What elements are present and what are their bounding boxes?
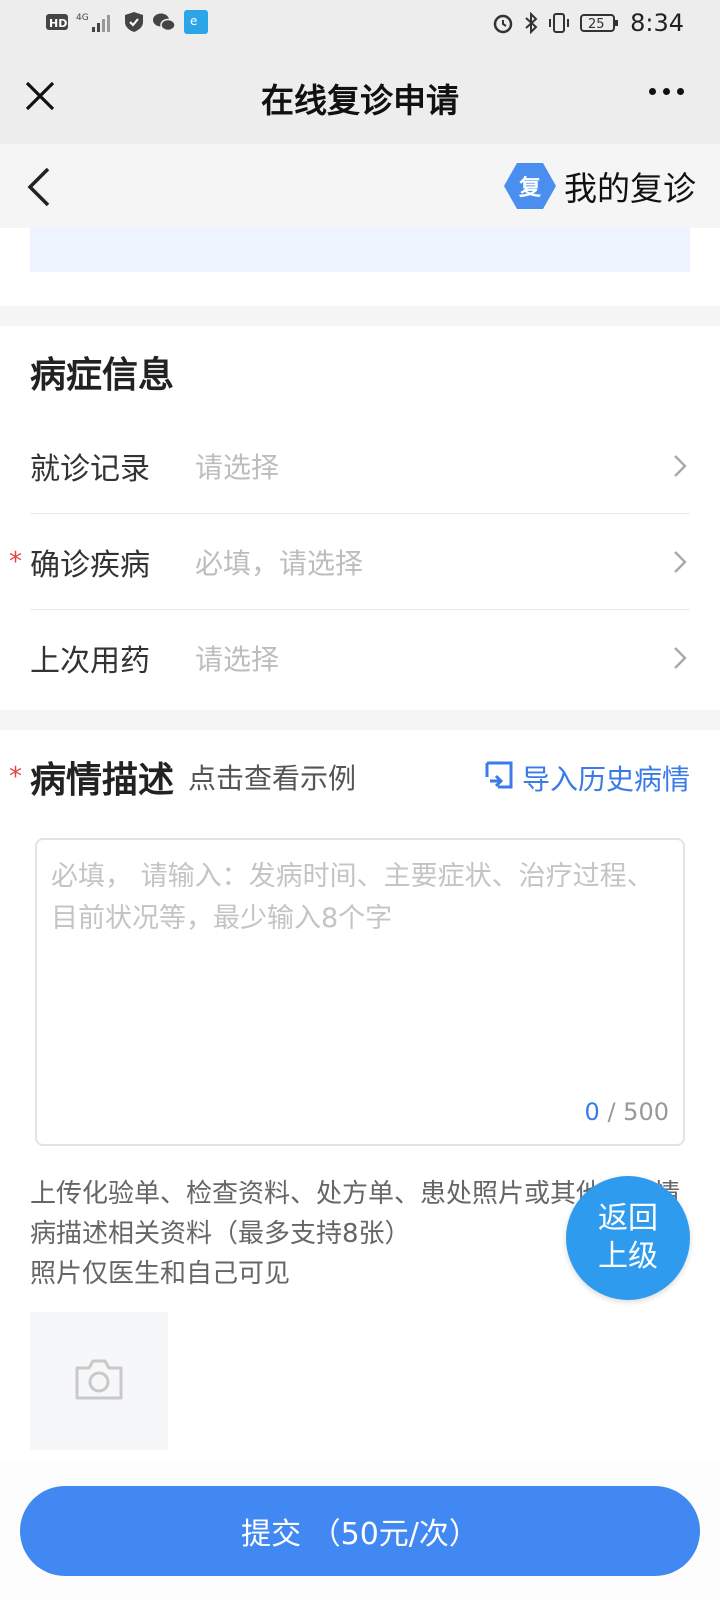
- description-header: 病情描述 点击查看示例 导入历史病情: [30, 752, 690, 802]
- row-placeholder: 请选择: [195, 643, 280, 676]
- add-photo-button[interactable]: [30, 1312, 168, 1450]
- nav-bar: 在线复诊申请: [0, 48, 720, 144]
- last-medication-row[interactable]: 上次用药 请选择: [30, 610, 690, 706]
- textarea-placeholder: 必填， 请输入：发病时间、主要症状、治疗过程、目前状况等，最少输入8个字: [51, 861, 654, 934]
- bluetooth-icon: [524, 12, 538, 34]
- sub-header: 复 我的复诊: [0, 144, 720, 228]
- more-menu-icon[interactable]: [649, 88, 684, 95]
- row-placeholder: 请选择: [195, 450, 280, 484]
- revisit-badge-icon: 复: [504, 163, 556, 209]
- required-mark: *: [9, 547, 22, 577]
- diagnosed-disease-row[interactable]: 确诊疾病 必填，请选择: [30, 514, 690, 610]
- my-revisit-label: 我的复诊: [564, 169, 696, 208]
- svg-text:HD: HD: [49, 17, 67, 30]
- my-revisit-button[interactable]: 复 我的复诊: [504, 162, 696, 210]
- camera-icon: [73, 1356, 125, 1406]
- bottom-bar: 提交 （50元/次）: [0, 1460, 720, 1600]
- signal-icon: 4G: [76, 11, 116, 33]
- hd-icon: HD: [46, 13, 68, 31]
- svg-text:4G: 4G: [76, 13, 89, 23]
- info-banner: [30, 228, 690, 272]
- visit-record-row[interactable]: 就诊记录 请选择: [30, 418, 690, 514]
- import-icon: [484, 759, 516, 798]
- submit-button[interactable]: 提交 （50元/次）: [20, 1486, 700, 1576]
- required-mark: *: [9, 762, 22, 792]
- alarm-icon: [492, 12, 514, 34]
- description-title: 病情描述: [30, 760, 175, 801]
- vibrate-icon: [548, 12, 570, 34]
- char-count-current: 0: [584, 1098, 600, 1126]
- page-title: 在线复诊申请: [261, 81, 459, 120]
- import-history-label: 导入历史病情: [521, 763, 690, 796]
- svg-text:25: 25: [588, 17, 605, 32]
- row-label: 确诊疾病: [30, 547, 150, 583]
- back-arrow-icon[interactable]: [24, 166, 54, 208]
- row-placeholder: 必填，请选择: [195, 546, 364, 580]
- chevron-right-icon: [670, 547, 690, 577]
- row-label: 上次用药: [30, 644, 150, 679]
- app-icon: e: [184, 10, 208, 34]
- battery-icon: 25: [580, 12, 620, 34]
- import-history-link[interactable]: 导入历史病情: [484, 758, 690, 798]
- view-example-link[interactable]: 点击查看示例: [188, 757, 356, 797]
- chevron-right-icon: [670, 451, 690, 481]
- char-count-max: / 500: [607, 1098, 669, 1126]
- description-textarea[interactable]: 必填， 请输入：发病时间、主要症状、治疗过程、目前状况等，最少输入8个字 0 /…: [35, 838, 685, 1146]
- section-divider: [0, 710, 720, 730]
- disease-section-title: 病症信息: [30, 355, 175, 396]
- fab-label-line2: 上级: [598, 1239, 658, 1274]
- svg-text:e: e: [190, 14, 197, 28]
- status-bar: HD 4G e 25 8:34: [0, 0, 720, 48]
- fab-label-line1: 返回: [598, 1201, 658, 1236]
- shield-icon: [124, 11, 144, 33]
- char-counter: 0 / 500: [585, 1098, 669, 1126]
- chevron-right-icon: [670, 643, 690, 673]
- section-divider: [0, 306, 720, 326]
- row-label: 就诊记录: [30, 451, 150, 487]
- wechat-icon: [152, 12, 176, 32]
- back-to-parent-button[interactable]: 返回 上级: [566, 1176, 690, 1300]
- clock: 8:34: [630, 9, 684, 37]
